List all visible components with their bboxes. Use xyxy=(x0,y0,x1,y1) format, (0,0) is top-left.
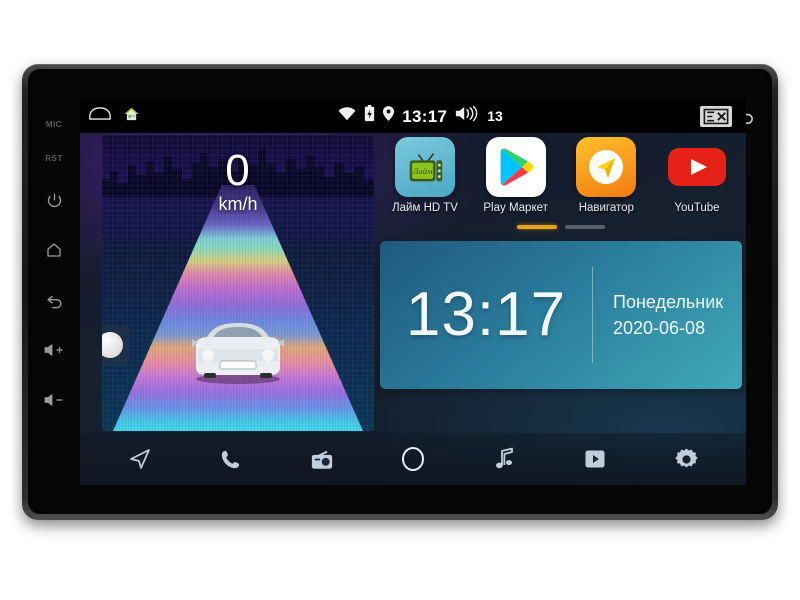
wifi-icon xyxy=(337,106,357,127)
clock-widget[interactable]: 13:17 Понедельник 2020-06-08 xyxy=(380,241,742,389)
status-bar: 13:17 13 xyxy=(80,99,746,133)
svg-text:Лайм: Лайм xyxy=(412,166,433,176)
video-play-icon xyxy=(585,450,605,468)
clock-date: 2020-06-08 xyxy=(613,318,706,338)
home-handle-icon[interactable] xyxy=(102,325,130,365)
dock-music[interactable] xyxy=(481,436,527,482)
car-graphic xyxy=(192,323,284,384)
music-note-icon xyxy=(496,447,514,469)
speed-readout: 0 km/h xyxy=(102,146,374,214)
volume-up-icon xyxy=(44,344,63,356)
app-lime-hd-tv[interactable]: Лайм Лайм HD TV xyxy=(384,137,466,214)
volume-up-button[interactable] xyxy=(28,325,80,375)
status-bar-clock: 13:17 xyxy=(402,106,448,126)
app-play-market[interactable]: Play Маркет xyxy=(475,137,557,214)
volume-level: 13 xyxy=(487,108,503,124)
dock-home[interactable] xyxy=(390,436,436,482)
back-arrow-icon xyxy=(46,295,62,308)
reset-label: RST xyxy=(45,153,63,163)
app-label: Play Маркет xyxy=(483,202,548,214)
clock-widget-time: 13:17 xyxy=(405,280,567,349)
screenshot-icon[interactable] xyxy=(88,106,112,126)
app-navigator[interactable]: Навигатор xyxy=(565,137,647,214)
dock-video[interactable] xyxy=(572,436,618,482)
dock-phone[interactable] xyxy=(208,436,254,482)
volume-icon xyxy=(454,105,480,127)
status-bar-center: 13:17 13 xyxy=(140,105,700,127)
status-bar-left xyxy=(88,106,140,127)
touchscreen[interactable]: 13:17 13 0 km/h Лайм Лайм HD TV Play Мар… xyxy=(80,99,746,485)
home-icon xyxy=(47,243,61,257)
head-unit-device: MIC RST 13:17 13 0 km/h Лайм Лайм HD TV … xyxy=(22,64,778,520)
app-label: Лайм HD TV xyxy=(392,202,458,214)
house-icon[interactable] xyxy=(123,106,140,127)
power-button[interactable] xyxy=(28,175,80,225)
launcher-home-screen[interactable]: 0 km/h Лайм Лайм HD TV Play Маркет Навиг… xyxy=(80,133,746,485)
navigation-arrow-icon xyxy=(129,449,150,469)
screen-cast-off-icon[interactable] xyxy=(700,105,732,127)
radio-icon xyxy=(311,450,332,469)
phone-icon xyxy=(222,450,240,468)
app-label: YouTube xyxy=(674,202,720,214)
back-button[interactable] xyxy=(28,275,80,325)
dock-radio[interactable] xyxy=(299,436,345,482)
page-dot-active[interactable] xyxy=(517,225,557,229)
status-bar-right xyxy=(700,105,738,127)
left-bezel-controls: MIC RST xyxy=(28,83,80,493)
volume-down-button[interactable] xyxy=(28,375,80,425)
speedometer-widget[interactable]: 0 km/h xyxy=(102,135,374,431)
app-shortcut-row: Лайм Лайм HD TV Play Маркет Навигатор Yo… xyxy=(380,137,742,214)
home-circle-icon xyxy=(401,447,424,471)
tv-icon: Лайм xyxy=(395,137,455,197)
clock-widget-date-block: Понедельник 2020-06-08 xyxy=(593,289,723,341)
location-pin-icon xyxy=(382,105,395,127)
app-youtube[interactable]: YouTube xyxy=(656,137,738,214)
speed-unit: km/h xyxy=(218,194,258,214)
page-indicator[interactable] xyxy=(380,225,742,229)
gear-icon xyxy=(675,447,698,467)
app-label: Навигатор xyxy=(578,202,634,214)
play-store-icon xyxy=(485,137,546,197)
clock-weekday: Понедельник xyxy=(613,291,724,312)
dock-navigation[interactable] xyxy=(117,436,163,482)
youtube-icon xyxy=(667,137,727,197)
navigation-arrow-icon xyxy=(576,137,637,197)
mic-label: MIC xyxy=(45,119,63,129)
battery-icon xyxy=(364,105,375,127)
home-button[interactable] xyxy=(28,225,80,275)
speed-value: 0 xyxy=(225,146,251,195)
bottom-dock xyxy=(80,433,746,485)
power-icon xyxy=(47,192,61,207)
dock-settings[interactable] xyxy=(663,436,709,482)
page-dot[interactable] xyxy=(565,225,605,229)
volume-down-icon xyxy=(44,394,63,406)
device-inner-bezel: MIC RST 13:17 13 0 km/h Лайм Лайм HD TV … xyxy=(28,69,772,514)
